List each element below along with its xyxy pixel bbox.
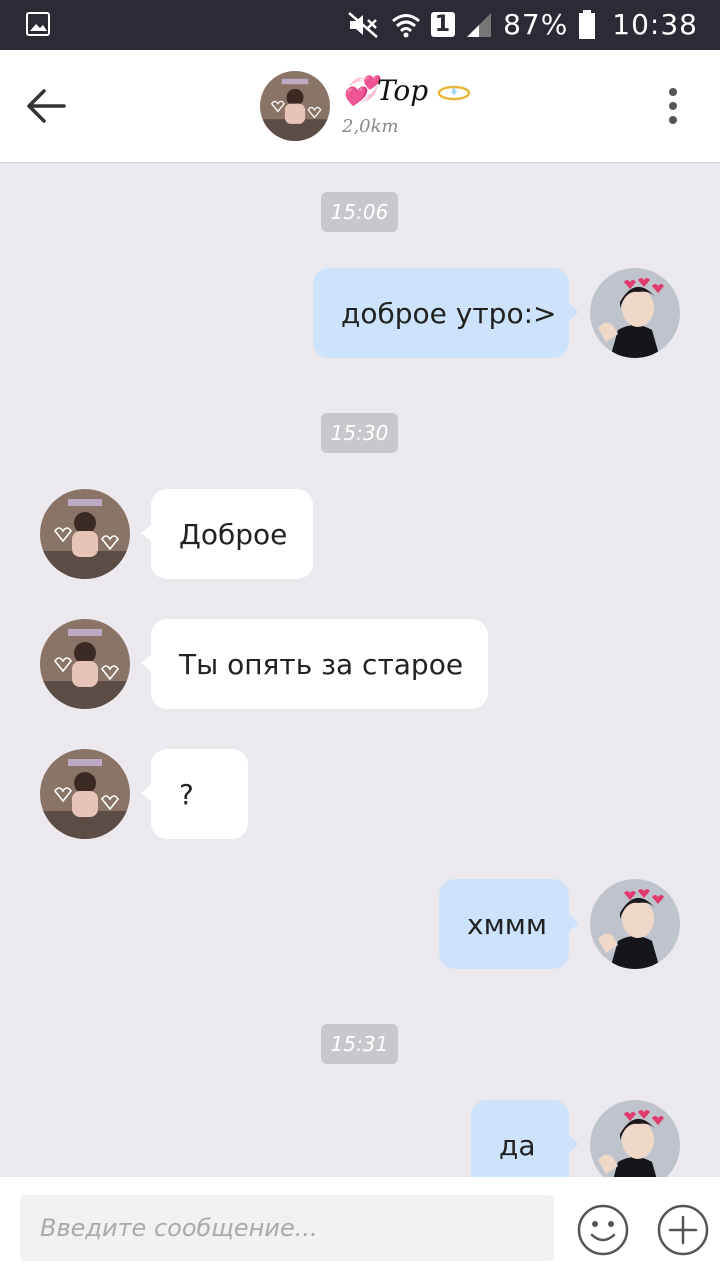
my-avatar-image — [590, 879, 680, 969]
chat-header: 💞Top 2,0km — [0, 50, 720, 163]
contact-avatar[interactable] — [40, 749, 130, 839]
my-avatar-image — [590, 268, 680, 358]
contact-distance: 2,0km — [342, 116, 399, 137]
status-right-cluster: 1 87% 10:38 — [347, 8, 698, 41]
timestamp: 15:30 — [321, 413, 398, 453]
wifi-icon — [391, 13, 420, 37]
message-text: хммм — [467, 907, 547, 941]
contact-avatar-image — [40, 489, 130, 579]
arrow-left-icon[interactable] — [24, 86, 68, 126]
message-text: ? — [179, 777, 194, 811]
message-text: да — [499, 1128, 536, 1162]
plus-icon[interactable] — [656, 1203, 710, 1257]
more-vert-icon[interactable] — [662, 86, 684, 126]
ring-icon — [437, 85, 471, 100]
contact-avatar[interactable] — [40, 489, 130, 579]
contact-avatar[interactable] — [260, 71, 330, 141]
message-text: Доброе — [179, 517, 288, 551]
gallery-notification-icon — [26, 12, 50, 36]
sim-indicator: 1 — [430, 12, 456, 37]
timestamp: 15:31 — [321, 1024, 398, 1064]
status-bar: 1 87% 10:38 — [0, 0, 720, 50]
contact-name[interactable]: 💞Top — [342, 74, 471, 107]
clock: 10:38 — [612, 8, 698, 41]
contact-avatar-image — [40, 619, 130, 709]
signal-icon — [467, 12, 492, 37]
message-input[interactable] — [20, 1195, 554, 1261]
contact-avatar-image — [260, 71, 330, 141]
message-composer — [0, 1177, 720, 1280]
contact-name-text: 💞Top — [342, 74, 429, 107]
my-avatar[interactable] — [590, 879, 680, 969]
contact-avatar[interactable] — [40, 619, 130, 709]
message-incoming[interactable]: Доброе — [141, 489, 313, 579]
message-outgoing[interactable]: доброе утро:> — [313, 268, 579, 358]
timestamp: 15:06 — [321, 192, 398, 232]
smiley-icon[interactable] — [576, 1203, 630, 1257]
message-text: Ты опять за старое — [179, 647, 464, 681]
contact-avatar-image — [40, 749, 130, 839]
message-incoming[interactable]: ? — [141, 749, 248, 839]
message-text: доброе утро:> — [341, 296, 557, 330]
message-outgoing[interactable]: хммм — [439, 879, 579, 969]
message-incoming[interactable]: Ты опять за старое — [141, 619, 488, 709]
mute-icon — [347, 11, 378, 38]
my-avatar[interactable] — [590, 268, 680, 358]
battery-percent: 87% — [503, 8, 569, 41]
battery-icon — [579, 9, 596, 39]
